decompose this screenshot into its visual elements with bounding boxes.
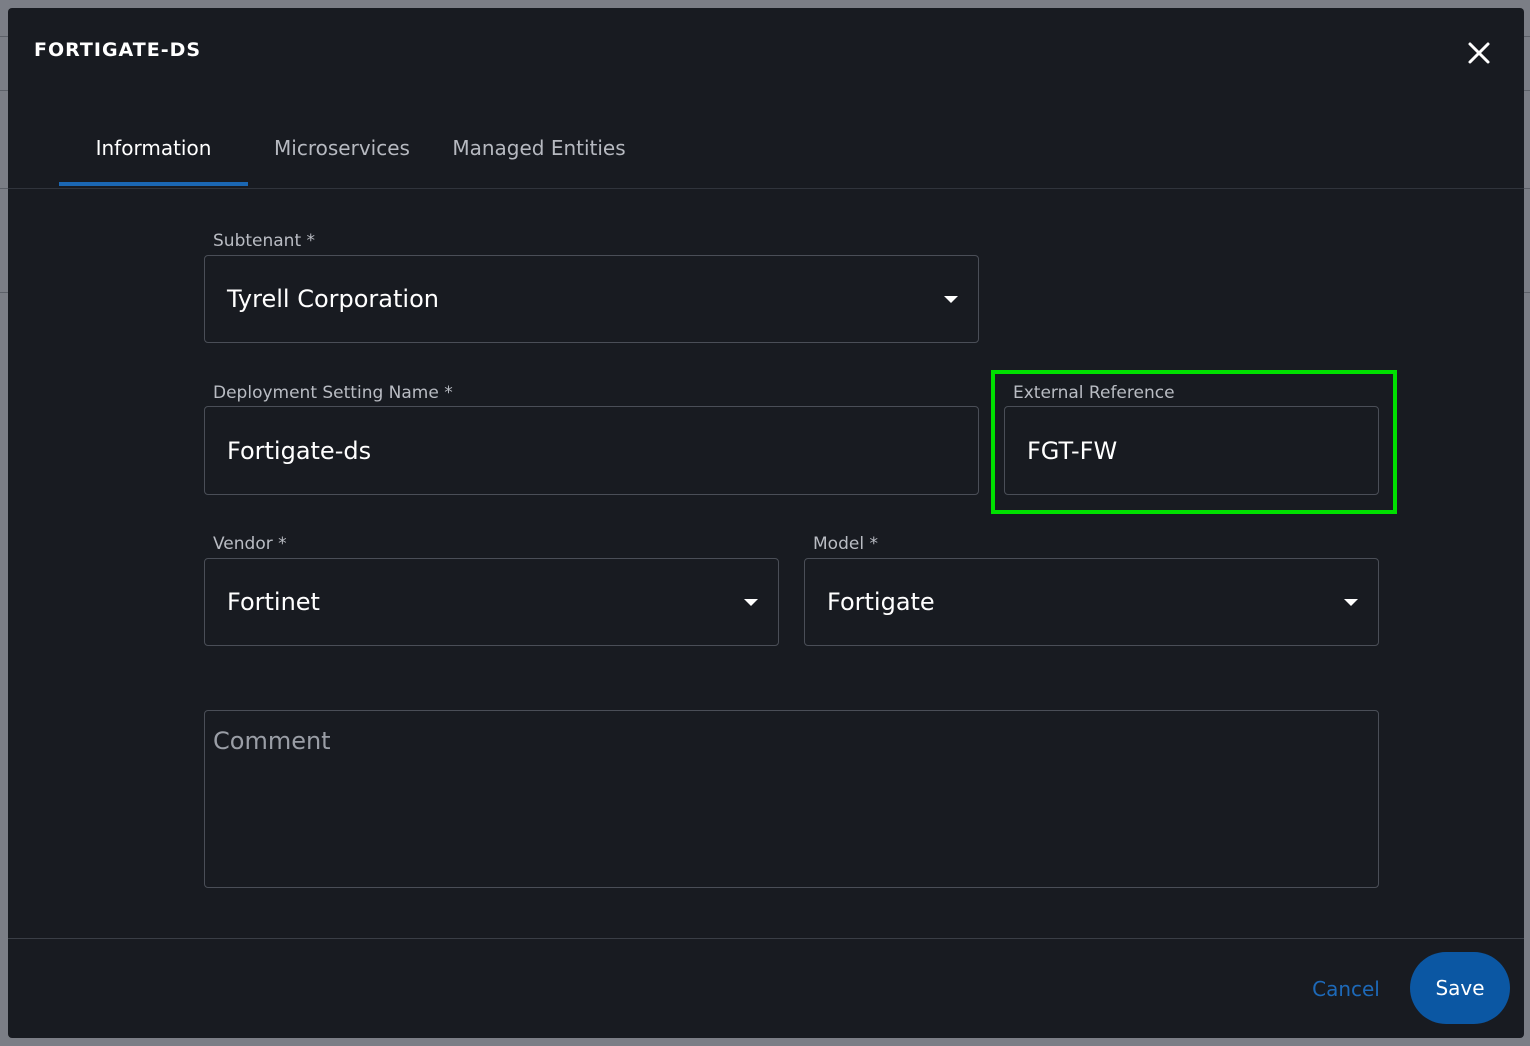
- vendor-value: Fortinet: [227, 588, 320, 616]
- tab-information[interactable]: Information: [59, 118, 248, 186]
- cancel-button[interactable]: Cancel: [1298, 971, 1394, 1007]
- model-value: Fortigate: [827, 588, 935, 616]
- footer-divider: [8, 938, 1524, 939]
- external-reference-input[interactable]: FGT-FW: [1004, 406, 1379, 495]
- close-icon: [1468, 42, 1490, 64]
- deployment-setting-dialog: FORTIGATE-DS Information Microservices M…: [8, 8, 1524, 1038]
- subtenant-label: Subtenant *: [213, 231, 316, 251]
- chevron-down-icon: [1344, 599, 1358, 606]
- external-reference-value: FGT-FW: [1027, 436, 1118, 465]
- tab-microservices[interactable]: Microservices: [264, 118, 420, 186]
- vendor-label: Vendor *: [213, 534, 287, 554]
- tab-bar: Information Microservices Managed Entiti…: [8, 118, 1524, 189]
- chevron-down-icon: [744, 599, 758, 606]
- chevron-down-icon: [944, 296, 958, 303]
- deployment-setting-name-value: Fortigate-ds: [227, 436, 372, 465]
- deployment-setting-name-input[interactable]: Fortigate-ds: [204, 406, 979, 495]
- subtenant-select[interactable]: Tyrell Corporation: [204, 255, 979, 343]
- model-select[interactable]: Fortigate: [804, 558, 1379, 646]
- close-button[interactable]: [1464, 38, 1494, 68]
- model-label: Model *: [813, 534, 878, 554]
- subtenant-value: Tyrell Corporation: [227, 285, 439, 313]
- external-reference-label: External Reference: [1013, 383, 1175, 403]
- dialog-title: FORTIGATE-DS: [34, 39, 202, 61]
- vendor-select[interactable]: Fortinet: [204, 558, 779, 646]
- tab-managed-entities[interactable]: Managed Entities: [444, 118, 634, 186]
- comment-textarea[interactable]: Comment: [204, 710, 1379, 888]
- comment-placeholder: Comment: [213, 727, 331, 755]
- active-tab-indicator: [59, 182, 248, 186]
- deployment-setting-name-label: Deployment Setting Name *: [213, 383, 453, 403]
- save-button[interactable]: Save: [1410, 952, 1510, 1024]
